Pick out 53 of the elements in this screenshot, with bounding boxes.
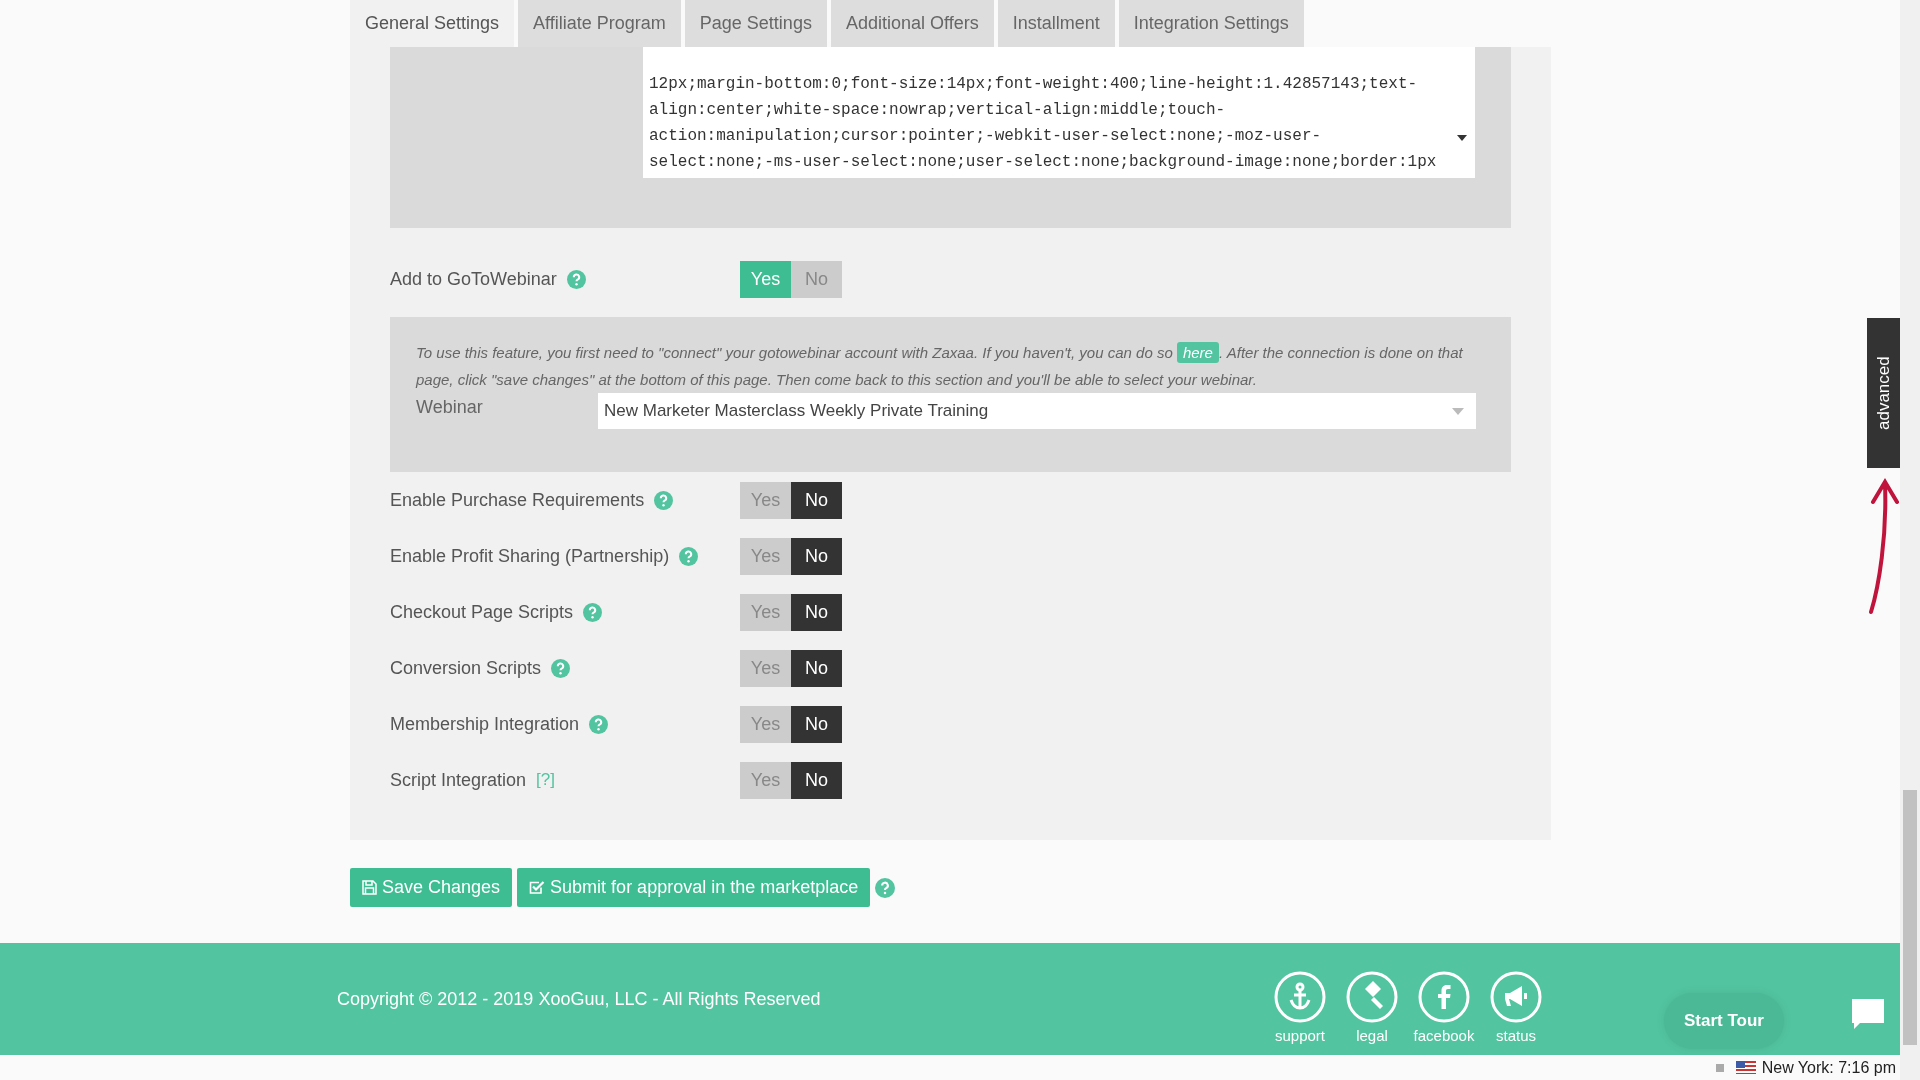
flag-icon bbox=[1735, 1061, 1756, 1074]
toggle-option[interactable]: Yes bbox=[740, 260, 791, 298]
toggle-option[interactable]: No bbox=[791, 705, 842, 743]
scroll-down-icon[interactable] bbox=[1457, 135, 1467, 141]
advanced-tab[interactable]: advanced bbox=[1866, 318, 1900, 468]
copyright-text: Copyright © 2012 - 2019 XooGuu, LLC - All Rights Reserved bbox=[337, 988, 822, 1010]
setting-label: Add to GoToWebinar bbox=[390, 268, 557, 290]
toggle-option[interactable]: Yes bbox=[740, 761, 791, 799]
chat-icon[interactable] bbox=[1849, 997, 1886, 1031]
toggle-option[interactable]: Yes bbox=[740, 537, 791, 575]
help-icon[interactable] bbox=[589, 714, 609, 734]
code-field[interactable]: 12px;margin-bottom:0;font-size:14px;font-weight:400;line-height:1.42857143;text- align:center;white-space:nowrap;vertical-align:middle;touch- action:manipulation;cursor:pointer;-webkit-user-select:none;-moz-user- select:none;-ms-user-select:none;user-select:none;background-image:none;border:1px bbox=[643, 47, 1475, 178]
action-button[interactable]: Save Changes bbox=[350, 868, 513, 907]
toggle-option[interactable]: Yes bbox=[740, 481, 791, 519]
start-tour-button[interactable]: Start Tour bbox=[1664, 993, 1784, 1049]
clock-text: New York: 7:16 pm bbox=[1761, 1058, 1896, 1077]
toggle-option[interactable]: No bbox=[791, 260, 842, 298]
checkbox-icon bbox=[529, 880, 546, 895]
toggle-option[interactable]: No bbox=[791, 593, 842, 631]
settings-tab[interactable]: Affiliate Program bbox=[518, 0, 681, 47]
help-icon[interactable] bbox=[566, 269, 586, 289]
settings-tab[interactable]: Integration Settings bbox=[1118, 0, 1304, 47]
toggle-option[interactable]: No bbox=[791, 537, 842, 575]
settings-tab[interactable]: Installment bbox=[997, 0, 1115, 47]
settings-tab[interactable]: Page Settings bbox=[684, 0, 827, 47]
help-link[interactable]: [?] bbox=[536, 770, 555, 790]
setting-label: Enable Purchase Requirements bbox=[390, 489, 645, 511]
setting-label: Membership Integration bbox=[390, 713, 580, 735]
tray-icon bbox=[1715, 1063, 1724, 1072]
webinar-select[interactable]: New Marketer Masterclass Weekly Private Training bbox=[598, 393, 1476, 429]
help-icon[interactable] bbox=[551, 658, 571, 678]
setting-label: Script Integration bbox=[390, 769, 527, 791]
scrollbar[interactable] bbox=[1900, 0, 1920, 1080]
setting-label: Enable Profit Sharing (Partnership) bbox=[390, 545, 670, 567]
help-icon[interactable] bbox=[583, 602, 603, 622]
here-link[interactable]: here bbox=[1176, 342, 1219, 363]
settings-tab[interactable]: Additional Offers bbox=[830, 0, 994, 47]
toggle-option[interactable]: No bbox=[791, 481, 842, 519]
toggle-option[interactable]: Yes bbox=[740, 649, 791, 687]
toggle-option[interactable]: No bbox=[791, 761, 842, 799]
help-icon[interactable] bbox=[875, 877, 896, 898]
toggle-option[interactable]: Yes bbox=[740, 705, 791, 743]
webinar-note: To use this feature, you first need to "connect" your gotowebinar account with Zaxaa. If you haven't, you can do so here . After the connection is done on that page, click "save changes" at the bottom of this page. Then come back to this section and you'll be able to select your webinar. bbox=[416, 341, 1464, 390]
toggle-option[interactable]: Yes bbox=[740, 593, 791, 631]
setting-label: Checkout Page Scripts bbox=[390, 601, 574, 623]
webinar-label: Webinar bbox=[416, 396, 484, 418]
help-icon[interactable] bbox=[654, 490, 674, 510]
settings-tab[interactable]: General Settings bbox=[350, 0, 515, 47]
action-button[interactable]: Submit for approval in the marketplace bbox=[517, 868, 871, 907]
help-icon[interactable] bbox=[679, 546, 699, 566]
setting-label: Conversion Scripts bbox=[390, 657, 542, 679]
toggle-option[interactable]: No bbox=[791, 649, 842, 687]
caret-icon bbox=[1452, 408, 1464, 415]
